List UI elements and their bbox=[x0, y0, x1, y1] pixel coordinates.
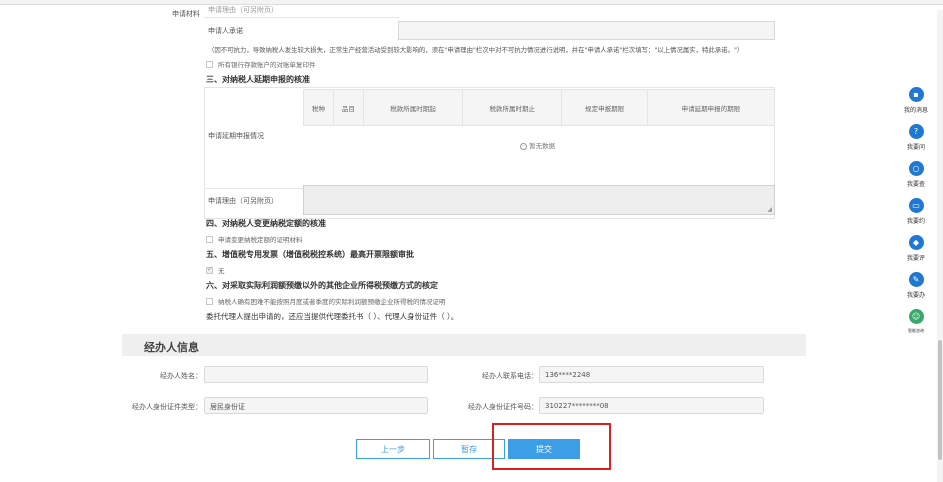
bank-statement-checkbox[interactable] bbox=[206, 60, 213, 68]
scrollbar-thumb[interactable] bbox=[938, 340, 942, 460]
agent-name-input[interactable] bbox=[204, 366, 428, 383]
sidebar-item-messages[interactable]: ▪ 我的消息 bbox=[901, 87, 931, 114]
sidebar-label: 我要评 bbox=[906, 255, 925, 262]
agent-phone-label: 经办人联系电话： bbox=[482, 372, 538, 380]
agent-idno-input[interactable]: 310227********08 bbox=[539, 397, 764, 414]
agent-info-header: 经办人信息 bbox=[122, 334, 806, 356]
sidebar-item-assistant[interactable]: ☺ 智能咨询 bbox=[901, 309, 931, 334]
reason-textarea[interactable]: ◢ bbox=[303, 185, 775, 215]
page-scrollbar[interactable] bbox=[937, 10, 943, 482]
sidebar-item-query[interactable]: ○ 我要查 bbox=[901, 161, 931, 188]
submit-highlight bbox=[492, 423, 611, 470]
search-icon: ○ bbox=[908, 161, 924, 176]
none-label: 无 bbox=[218, 267, 225, 275]
agent-idno-label: 经办人身份证件号码： bbox=[468, 403, 538, 411]
force-majeure-note: （因不可抗力，导致纳税人发生较大损失，正常生产经营活动受到较大影响的，须在"申请… bbox=[208, 46, 744, 54]
sidebar-item-ask[interactable]: ? 我要问 bbox=[901, 124, 931, 151]
quota-proof-row: 申请变更纳税定额的证明材料 bbox=[206, 234, 303, 244]
column-header: 税款所属时期起 bbox=[362, 89, 464, 126]
edit-icon: ✎ bbox=[908, 272, 924, 287]
divider bbox=[204, 17, 399, 18]
empty-data: – 暂无数据 bbox=[520, 140, 555, 150]
column-header: 税款所属时期止 bbox=[462, 89, 563, 126]
none-checkbox[interactable] bbox=[206, 265, 213, 274]
resize-grip-icon[interactable]: ◢ bbox=[767, 206, 772, 213]
sidebar-label: 我的消息 bbox=[903, 107, 928, 114]
sidebar-label: 智能咨询 bbox=[908, 328, 924, 333]
difficulty-proof-row: 纳税人确有困难不能按照月度或者季度的实际利润额预缴企业所得税的情况证明 bbox=[206, 296, 446, 306]
message-icon: ▪ bbox=[908, 87, 924, 102]
section6-title: 六、对采取实际利润额预缴以外的其他企业所得税预缴方式的核定 bbox=[206, 281, 438, 290]
sidebar-label: 我要问 bbox=[906, 144, 925, 151]
deadline-table: 税种 品目 税款所属时期起 税款所属时期止 规定申报期限 申请延期申报的期限 bbox=[303, 89, 776, 126]
reason-label-top: 申请理由（可另附页） bbox=[208, 6, 278, 14]
bank-statement-label: 所有银行存款账户的对账单复印件 bbox=[218, 61, 316, 69]
sidebar-label: 我要约 bbox=[906, 218, 925, 225]
apply-label: 申请延期申报情况 bbox=[208, 132, 264, 140]
page: 申请材料 申请理由（可另附页） 申请人承诺 （因不可抗力，导致纳税人发生较大损失… bbox=[0, 5, 943, 482]
column-header: 申请延期申报的期限 bbox=[646, 89, 776, 126]
robot-icon: ☺ bbox=[908, 309, 924, 324]
question-icon: ? bbox=[908, 124, 924, 139]
quota-proof-checkbox[interactable] bbox=[206, 235, 213, 243]
quota-proof-label: 申请变更纳税定额的证明材料 bbox=[218, 236, 303, 244]
reason-label: 申请理由（可另附页） bbox=[208, 197, 278, 205]
sidebar-item-handle[interactable]: ✎ 我要办 bbox=[901, 272, 931, 299]
calendar-icon: ▭ bbox=[908, 198, 924, 213]
promise-label: 申请人承诺 bbox=[208, 27, 243, 35]
agent-idtype-label: 经办人身份证件类型： bbox=[132, 403, 202, 411]
agent-info-title: 经办人信息 bbox=[144, 341, 199, 354]
bank-statement-row: 所有银行存款账户的对账单复印件 bbox=[206, 59, 316, 69]
prev-step-button[interactable]: 上一步 bbox=[356, 439, 430, 459]
section4-title: 四、对纳税人变更纳税定额的核准 bbox=[206, 219, 326, 228]
column-header: 税种 bbox=[303, 89, 334, 126]
agent-name-label: 经办人姓名： bbox=[160, 372, 202, 380]
materials-label: 申请材料 bbox=[172, 10, 200, 18]
section5-title: 五、增值税专用发票（增值税税控系统）最高开票限额审批 bbox=[206, 250, 414, 259]
empty-icon: – bbox=[520, 142, 527, 150]
sidebar-label: 我要查 bbox=[906, 181, 925, 188]
agent-docs-note: 委托代理人提出申请的，还应当提供代理委托书（ ）、代理人身份证件（ ）。 bbox=[206, 312, 459, 321]
agent-idtype-select[interactable]: 居民身份证 bbox=[204, 397, 428, 414]
agent-phone-input[interactable]: 136****2248 bbox=[539, 366, 764, 383]
none-row: 无 bbox=[206, 265, 225, 275]
promise-field[interactable] bbox=[398, 21, 775, 40]
sidebar-item-rate[interactable]: ◆ 我要评 bbox=[901, 235, 931, 262]
sidebar-item-appointment[interactable]: ▭ 我要约 bbox=[901, 198, 931, 225]
difficulty-proof-checkbox[interactable] bbox=[206, 297, 213, 305]
difficulty-proof-label: 纳税人确有困难不能按照月度或者季度的实际利润额预缴企业所得税的情况证明 bbox=[218, 298, 446, 306]
sidebar-label: 我要办 bbox=[906, 292, 925, 299]
section3-title: 三、对纳税人延期申报的核准 bbox=[206, 75, 310, 84]
column-header: 规定申报期限 bbox=[561, 89, 648, 126]
empty-text: 暂无数据 bbox=[529, 142, 556, 150]
rating-icon: ◆ bbox=[908, 235, 924, 250]
column-header: 品目 bbox=[332, 89, 364, 126]
